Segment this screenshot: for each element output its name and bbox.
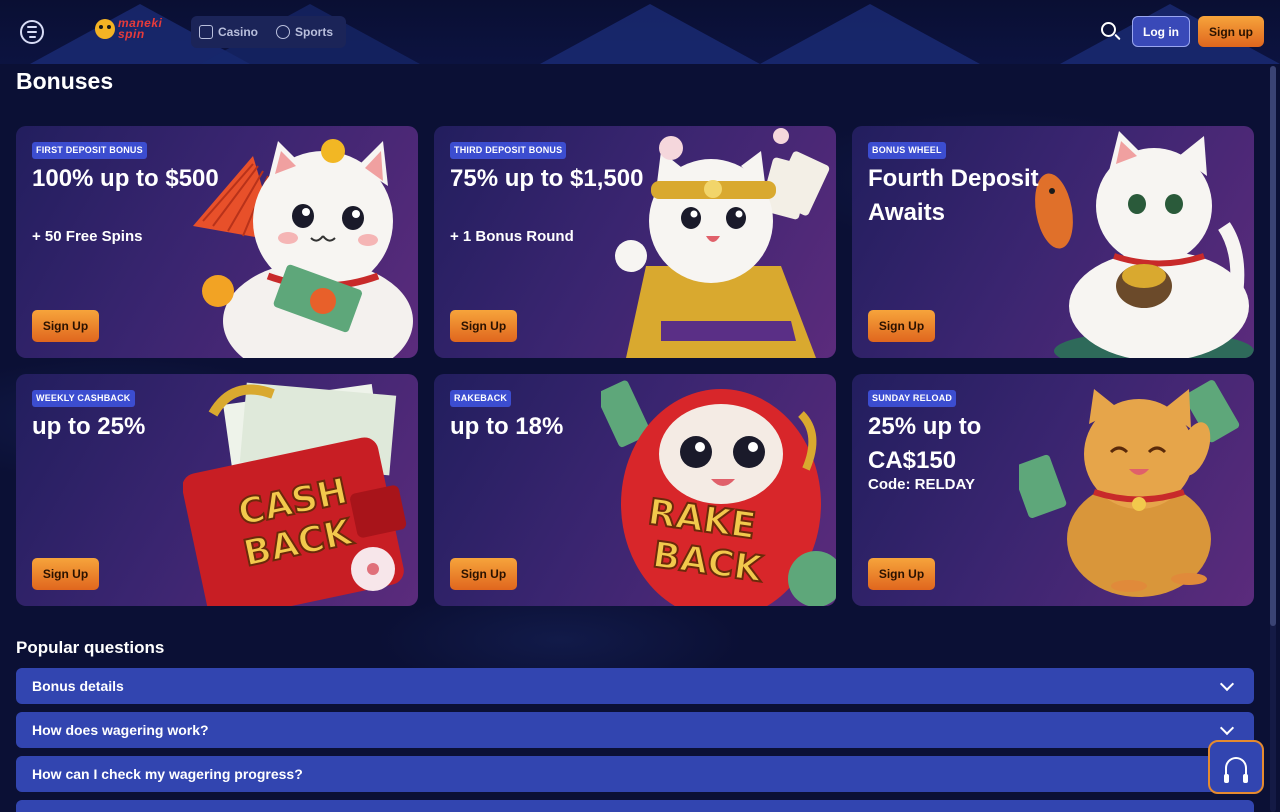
card-signup-button[interactable]: Sign Up: [32, 558, 99, 590]
faq-item[interactable]: [16, 800, 1254, 812]
logo-text-line: spin: [118, 27, 145, 41]
page-title: Bonuses: [16, 68, 114, 94]
card-signup-button[interactable]: Sign Up: [32, 310, 99, 342]
signup-button[interactable]: Sign up: [1198, 16, 1264, 47]
bonus-card-first-deposit[interactable]: FIRST DEPOSIT BONUS 100% up to $500 + 50…: [16, 126, 418, 358]
card-signup-button[interactable]: Sign Up: [450, 310, 517, 342]
faq-item[interactable]: How can I check my wagering progress?: [16, 756, 1254, 792]
main-nav: Casino Sports: [191, 16, 346, 48]
headset-icon: [1224, 757, 1248, 783]
faq-item[interactable]: Bonus details: [16, 668, 1254, 704]
bonus-headline: up to 18%: [450, 413, 564, 440]
faq-question: Bonus details: [32, 678, 124, 694]
cards-icon: [199, 25, 213, 39]
bonus-badge: RAKEBACK: [450, 390, 512, 407]
support-chat-button[interactable]: [1208, 740, 1264, 794]
bonus-headline: 100% up to $500: [32, 165, 219, 192]
search-icon[interactable]: [1101, 22, 1121, 42]
nav-sports[interactable]: Sports: [276, 25, 333, 39]
bonus-card-sunday-reload[interactable]: SUNDAY RELOAD 25% up to CA$150 Code: REL…: [852, 374, 1254, 606]
mountain-decoration: [540, 4, 760, 64]
bonus-headline: 25% up to CA$150: [868, 413, 982, 474]
golden-lucky-cat-illustration: [1019, 380, 1240, 597]
bonus-headline: Fourth Deposit Awaits: [868, 165, 1039, 226]
cashback-wallet-illustration: CASH BACK: [183, 382, 407, 606]
bonus-subline: Code: RELDAY: [868, 476, 975, 493]
nav-casino[interactable]: Casino: [199, 25, 258, 39]
bonus-card-third-deposit[interactable]: THIRD DEPOSIT BONUS 75% up to $1,500 + 1…: [434, 126, 836, 358]
card-signup-button[interactable]: Sign Up: [450, 558, 517, 590]
site-header: maneki spin Casino Sports Log in Sign up: [0, 0, 1280, 64]
faq-item[interactable]: How does wagering work?: [16, 712, 1254, 748]
bonus-badge: SUNDAY RELOAD: [868, 390, 957, 407]
login-button[interactable]: Log in: [1132, 16, 1190, 47]
lucky-cat-kimono-illustration: [615, 128, 830, 358]
menu-icon[interactable]: [20, 20, 44, 44]
chevron-down-icon: [1219, 720, 1235, 735]
bonus-badge: BONUS WHEEL: [868, 142, 946, 159]
bonus-badge: THIRD DEPOSIT BONUS: [450, 142, 567, 159]
ball-icon: [276, 25, 291, 39]
cat-logo-icon: [95, 19, 115, 39]
card-signup-button[interactable]: Sign Up: [868, 310, 935, 342]
bonus-badge: WEEKLY CASHBACK: [32, 390, 135, 407]
bonus-subline: + 1 Bonus Round: [450, 228, 574, 245]
page: maneki spin Casino Sports Log in Sign up…: [0, 0, 1280, 812]
nav-label: Casino: [218, 25, 259, 39]
rakeback-daruma-illustration: RAKE BACK: [601, 380, 836, 606]
site-logo[interactable]: maneki spin: [95, 15, 162, 43]
card-signup-button[interactable]: Sign Up: [868, 558, 935, 590]
chevron-down-icon: [1219, 676, 1235, 691]
scrollbar-thumb[interactable]: [1270, 66, 1276, 626]
nav-label: Sports: [295, 25, 334, 39]
bonus-subline: + 50 Free Spins: [32, 228, 143, 245]
bonus-card-weekly-cashback[interactable]: CASH BACK WEEKLY CASHBACK up to 25% Sign…: [16, 374, 418, 606]
faq-title: Popular questions: [16, 638, 165, 657]
mountain-decoration: [760, 4, 980, 64]
bonus-headline: up to 25%: [32, 413, 146, 440]
bonus-headline: 75% up to $1,500: [450, 165, 644, 192]
lucky-cat-fan-illustration: [193, 139, 413, 358]
faq-question: How can I check my wagering progress?: [32, 766, 303, 782]
bonus-badge: FIRST DEPOSIT BONUS: [32, 142, 147, 159]
lucky-cat-fish-illustration: [1035, 131, 1254, 358]
bonus-card-bonus-wheel[interactable]: BONUS WHEEL Fourth Deposit Awaits Sign U…: [852, 126, 1254, 358]
faq-question: How does wagering work?: [32, 722, 209, 738]
scrollbar[interactable]: [1270, 66, 1276, 812]
bonus-card-rakeback[interactable]: RAKE BACK RAKEBACK up to 18% Sign Up: [434, 374, 836, 606]
